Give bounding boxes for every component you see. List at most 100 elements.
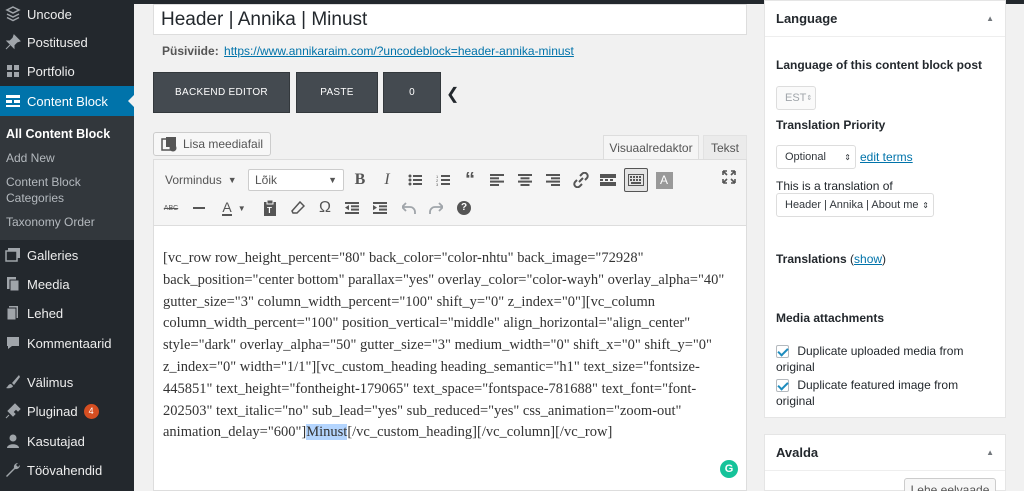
plugins-icon: [0, 403, 26, 419]
content-block-icon: [0, 93, 26, 109]
editor-content[interactable]: [vc_row row_height_percent="80" back_col…: [163, 248, 743, 444]
menu-portfolio[interactable]: Portfolio: [0, 57, 134, 85]
duplicate-featured-checkbox[interactable]: [776, 379, 789, 393]
permalink-label: Püsiviide:: [162, 44, 219, 58]
submenu-content-block-categories[interactable]: Content Block Categories: [6, 174, 128, 206]
translation-of-select[interactable]: Header | Annika | About me ⇕: [776, 193, 934, 217]
menu-kasutajad[interactable]: Kasutajad: [0, 427, 134, 455]
special-character-icon[interactable]: Ω: [314, 197, 336, 219]
format-select[interactable]: Vormindus ▼: [165, 169, 241, 191]
duplicate-media-row[interactable]: Duplicate uploaded media from original: [776, 343, 991, 375]
menu-postitused[interactable]: Postitused: [0, 28, 134, 56]
uncode-icon: [0, 6, 26, 22]
read-more-icon[interactable]: [597, 169, 619, 191]
preview-button[interactable]: Lehe eelvaade: [904, 478, 996, 491]
link-icon[interactable]: [570, 169, 592, 191]
add-media-button[interactable]: Lisa meediafail: [153, 132, 272, 156]
menu-valimus[interactable]: Välimus: [0, 368, 134, 396]
post-title-input[interactable]: Header | Annika | Minust: [153, 4, 747, 35]
language-panel-header[interactable]: Language ▲: [765, 1, 1005, 37]
redo-icon[interactable]: [425, 197, 447, 219]
paragraph-select[interactable]: Lõik ▼: [248, 169, 344, 191]
chevron-down-icon: ▼: [328, 175, 337, 185]
submenu-add-new[interactable]: Add New: [6, 150, 128, 166]
align-right-icon[interactable]: [542, 169, 564, 191]
horizontal-line-icon[interactable]: [188, 197, 210, 219]
menu-pluginad[interactable]: Pluginad 4: [0, 397, 134, 425]
select-arrows-icon: ⇕: [806, 95, 813, 102]
translations-show-link[interactable]: show: [854, 252, 882, 266]
menu-content-block[interactable]: Content Block: [0, 86, 135, 116]
admin-sidebar: Uncode Postitused Portfolio Content Bloc…: [0, 0, 135, 491]
duplicate-featured-row[interactable]: Duplicate featured image from original: [776, 377, 991, 409]
language-panel-title: Language: [776, 11, 838, 26]
menu-kommentaarid[interactable]: Kommentaarid: [0, 329, 134, 357]
menu-meedia[interactable]: Meedia: [0, 270, 134, 298]
submenu-taxonomy-order[interactable]: Taxonomy Order: [6, 214, 128, 230]
caret-up-icon[interactable]: ▲: [986, 448, 994, 457]
indent-icon[interactable]: [369, 197, 391, 219]
toolbar-toggle-icon[interactable]: [624, 168, 648, 192]
add-media-label: Lisa meediafail: [183, 137, 264, 151]
language-label: Language of this content block post: [776, 58, 983, 72]
translation-priority-select[interactable]: Optional ⇕: [776, 145, 856, 169]
active-menu-arrow: [128, 94, 135, 108]
background-color-icon[interactable]: A: [653, 169, 675, 191]
translation-of-value: Header | Annika | About me: [785, 199, 919, 211]
svg-text:3: 3: [436, 182, 439, 186]
align-center-icon[interactable]: [514, 169, 536, 191]
caret-up-icon[interactable]: ▲: [986, 14, 994, 23]
duplicate-featured-label: Duplicate featured image from original: [776, 378, 959, 408]
submenu-all-content-block[interactable]: All Content Block: [6, 126, 128, 142]
translation-of-label: This is a translation of: [776, 179, 893, 193]
language-select-value: EST: [785, 92, 807, 104]
duplicate-media-checkbox[interactable]: [776, 345, 789, 359]
chevron-down-icon: ▼: [227, 175, 237, 185]
numbered-list-icon[interactable]: 123: [432, 169, 454, 191]
menu-uncode[interactable]: Uncode: [0, 0, 134, 28]
content-editor: Vormindus ▼ Lõik ▼ B I 123 “ A ABC A ▼ T …: [153, 159, 747, 491]
help-icon[interactable]: ?: [453, 197, 475, 219]
undo-icon[interactable]: [398, 197, 420, 219]
backend-editor-button[interactable]: BACKEND EDITOR: [153, 72, 290, 113]
media-add-icon: [161, 137, 177, 152]
menu-lehed[interactable]: Lehed: [0, 299, 134, 327]
content-text-before: [vc_row row_height_percent="80" back_col…: [163, 250, 725, 441]
bullet-list-icon[interactable]: [404, 169, 426, 191]
publish-panel-header[interactable]: Avalda ▲: [765, 435, 1005, 471]
portfolio-icon: [0, 63, 26, 79]
text-color-icon[interactable]: A ▼: [216, 197, 252, 219]
tab-text[interactable]: Tekst: [703, 135, 747, 160]
svg-text:T: T: [267, 206, 272, 215]
plugins-update-badge: 4: [83, 403, 99, 419]
tab-visual[interactable]: Visuaalredaktor: [603, 135, 699, 160]
translations-label: Translations: [776, 252, 847, 266]
grammarly-icon[interactable]: G: [720, 460, 738, 478]
content-block-submenu: All Content Block Add New Content Block …: [0, 116, 134, 240]
italic-icon[interactable]: I: [376, 169, 398, 191]
strikethrough-icon[interactable]: ABC: [160, 197, 182, 219]
clear-formatting-icon[interactable]: [287, 197, 309, 219]
edit-terms-link[interactable]: edit terms: [860, 150, 913, 164]
paste-button[interactable]: PASTE: [296, 72, 378, 113]
count-button[interactable]: 0: [383, 72, 441, 113]
translations-row: Translations (show): [776, 252, 887, 266]
chevron-left-icon[interactable]: ❮: [446, 84, 459, 104]
editor-toolbar: Vormindus ▼ Lõik ▼ B I 123 “ A ABC A ▼ T …: [154, 160, 746, 226]
publish-panel-title: Avalda: [776, 445, 819, 460]
blockquote-icon[interactable]: “: [459, 169, 481, 191]
permalink-link[interactable]: https://www.annikaraim.com/?uncodeblock=…: [224, 44, 574, 58]
select-arrows-icon: ⇕: [844, 152, 851, 162]
users-icon: [0, 433, 26, 449]
outdent-icon[interactable]: [341, 197, 363, 219]
language-select[interactable]: EST ⇕: [776, 86, 816, 110]
bold-icon[interactable]: B: [349, 169, 371, 191]
menu-toovahendid[interactable]: Töövahendid: [0, 456, 134, 484]
tools-icon: [0, 462, 26, 478]
menu-galleries[interactable]: Galleries: [0, 241, 134, 269]
priority-select-value: Optional: [785, 151, 826, 163]
align-left-icon[interactable]: [486, 169, 508, 191]
fullscreen-icon[interactable]: [718, 166, 740, 188]
pages-icon: [0, 305, 26, 321]
paste-text-icon[interactable]: T: [259, 197, 281, 219]
